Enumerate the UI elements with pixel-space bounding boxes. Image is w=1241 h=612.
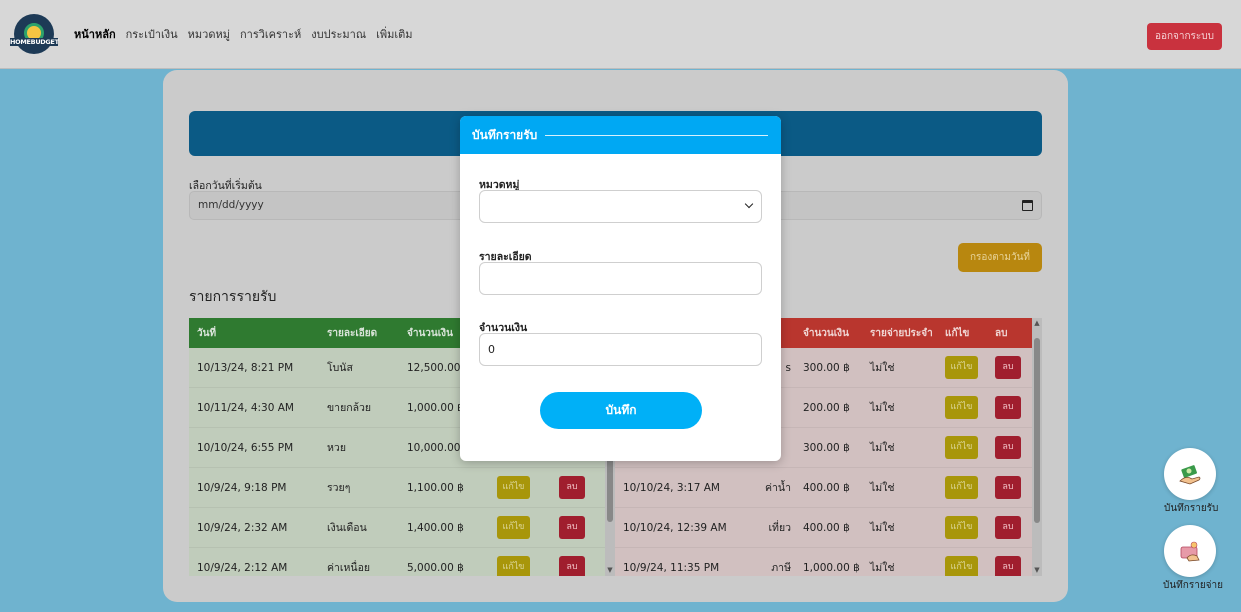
modal-title-divider (545, 134, 768, 136)
add-expense-fab[interactable] (1164, 525, 1216, 577)
category-select[interactable] (479, 190, 762, 223)
add-expense-label: บันทึกรายจ่าย (1163, 580, 1224, 591)
income-modal: บันทึกรายรับ หมวดหมู่ รายละเอียด จำนวนเง… (460, 116, 781, 461)
amount-input[interactable]: 0 (479, 333, 762, 366)
modal-title: บันทึกรายรับ (472, 127, 538, 142)
chevron-down-icon (744, 199, 754, 209)
save-button[interactable]: บันทึก (540, 392, 702, 429)
detail-input[interactable] (479, 262, 762, 295)
amount-input-value: 0 (488, 343, 495, 356)
wallet-hand-icon (1180, 541, 1200, 562)
add-income-fab[interactable] (1164, 448, 1216, 500)
add-income-label: บันทึกรายรับ (1164, 503, 1219, 514)
money-hand-icon (1179, 465, 1201, 485)
modal-header: บันทึกรายรับ (460, 116, 781, 154)
